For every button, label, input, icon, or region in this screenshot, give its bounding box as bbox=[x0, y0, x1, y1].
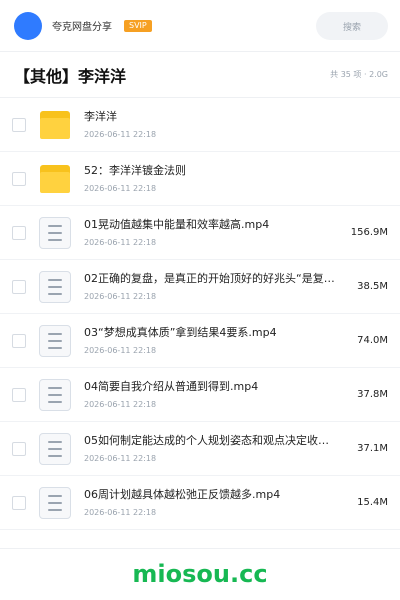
top-bar: 夸克网盘分享 SVIP 搜索 bbox=[0, 0, 400, 52]
item-size: 38.5M bbox=[357, 281, 388, 292]
item-name: 06周计划越具体越松弛正反馈越多.mp4 bbox=[84, 488, 281, 502]
item-name: 52：李洋洋镀金法则 bbox=[84, 164, 186, 178]
list-item[interactable]: 06周计划越具体越松弛正反馈越多.mp4 2026-06-11 22:18 15… bbox=[0, 476, 400, 530]
item-date: 2026-06-11 22:18 bbox=[84, 237, 157, 247]
file-list: 李洋洋 2026-06-11 22:18 52：李洋洋镀金法则 2026-06-… bbox=[0, 98, 400, 530]
item-date: 2026-06-11 22:18 bbox=[84, 345, 157, 355]
item-name: 05如何制定能达成的个人规划姿态和观点决定收获.m… bbox=[84, 434, 338, 448]
bottom-divider bbox=[0, 548, 400, 549]
checkbox[interactable] bbox=[12, 441, 26, 456]
checkbox[interactable] bbox=[12, 279, 26, 294]
document-icon bbox=[38, 216, 72, 250]
document-icon bbox=[38, 432, 72, 466]
item-date: 2026-06-11 22:18 bbox=[84, 399, 157, 409]
folder-header: 【其他】李洋洋 共 35 项 · 2.0G bbox=[0, 52, 400, 98]
app-name: 夸克网盘分享 bbox=[52, 22, 112, 33]
document-icon bbox=[38, 324, 72, 358]
item-date: 2026-06-11 22:18 bbox=[84, 453, 157, 463]
page-title: 【其他】李洋洋 bbox=[14, 66, 127, 86]
document-icon bbox=[38, 378, 72, 412]
checkbox[interactable] bbox=[12, 333, 26, 348]
document-icon bbox=[38, 486, 72, 520]
avatar bbox=[14, 11, 42, 40]
item-size: 37.1M bbox=[357, 443, 388, 454]
checkbox[interactable] bbox=[12, 495, 26, 510]
item-size: 37.8M bbox=[357, 389, 388, 400]
item-date: 2026-06-11 22:18 bbox=[84, 129, 157, 139]
folder-meta: 共 35 项 · 2.0G bbox=[330, 70, 388, 79]
list-item[interactable]: 52：李洋洋镀金法则 2026-06-11 22:18 bbox=[0, 152, 400, 206]
folder-icon bbox=[38, 108, 72, 142]
item-name: 01晃动值越集中能量和效率越高.mp4 bbox=[84, 218, 270, 232]
watermark: miosou.cc bbox=[132, 560, 268, 588]
item-name: 03“梦想成真体质”拿到结果4要系.mp4 bbox=[84, 326, 277, 340]
item-name: 李洋洋 bbox=[84, 110, 117, 124]
checkbox[interactable] bbox=[12, 225, 26, 240]
search-input[interactable]: 搜索 bbox=[316, 12, 388, 40]
checkbox[interactable] bbox=[12, 171, 26, 186]
list-item[interactable]: 04简要自我介绍从普通到得到.mp4 2026-06-11 22:18 37.8… bbox=[0, 368, 400, 422]
list-item[interactable]: 01晃动值越集中能量和效率越高.mp4 2026-06-11 22:18 156… bbox=[0, 206, 400, 260]
item-date: 2026-06-11 22:18 bbox=[84, 183, 157, 193]
item-name: 04简要自我介绍从普通到得到.mp4 bbox=[84, 380, 259, 394]
item-size: 156.9M bbox=[350, 227, 388, 238]
list-item[interactable]: 02正确的复盘，是真正的开始顶好的好兆头“是复盘能… 2026-06-11 22… bbox=[0, 260, 400, 314]
item-name: 02正确的复盘，是真正的开始顶好的好兆头“是复盘能… bbox=[84, 272, 338, 286]
item-size: 15.4M bbox=[357, 497, 388, 508]
folder-icon bbox=[38, 162, 72, 196]
item-date: 2026-06-11 22:18 bbox=[84, 507, 157, 517]
item-date: 2026-06-11 22:18 bbox=[84, 291, 157, 301]
document-icon bbox=[38, 270, 72, 304]
search-placeholder: 搜索 bbox=[342, 22, 361, 33]
checkbox[interactable] bbox=[12, 117, 26, 132]
list-item[interactable]: 05如何制定能达成的个人规划姿态和观点决定收获.m… 2026-06-11 22… bbox=[0, 422, 400, 476]
item-size: 74.0M bbox=[357, 335, 388, 346]
list-item[interactable]: 03“梦想成真体质”拿到结果4要系.mp4 2026-06-11 22:18 7… bbox=[0, 314, 400, 368]
svip-badge: SVIP bbox=[124, 19, 152, 32]
list-item[interactable]: 李洋洋 2026-06-11 22:18 bbox=[0, 98, 400, 152]
checkbox[interactable] bbox=[12, 387, 26, 402]
